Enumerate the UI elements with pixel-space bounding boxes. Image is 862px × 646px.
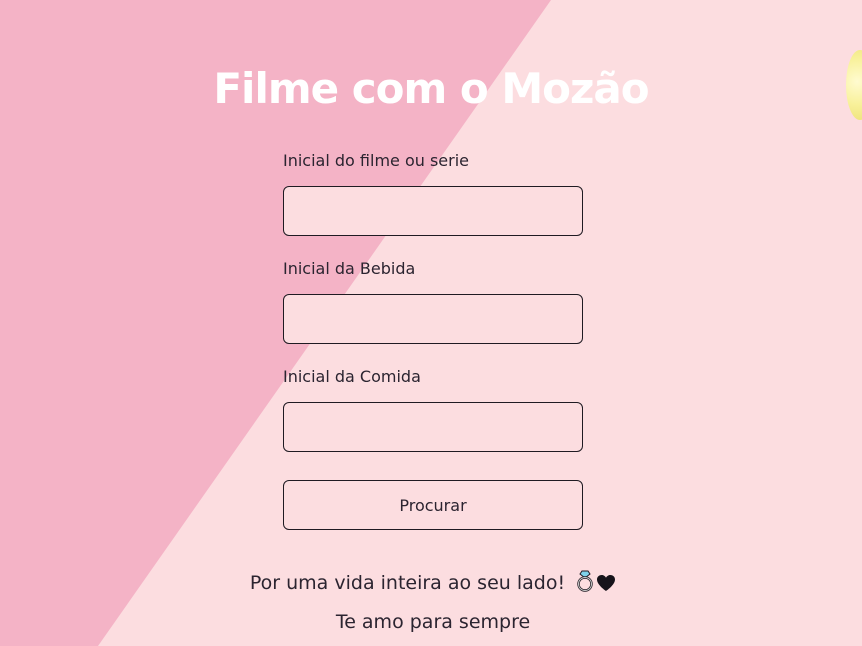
movie-initial-group: Inicial do filme ou serie [283,148,583,236]
drink-initial-label: Inicial da Bebida [283,259,416,278]
footer-message: Por uma vida inteira ao seu lado! [0,570,862,597]
drink-initial-group: Inicial da Bebida [283,256,583,344]
search-button[interactable]: Procurar [283,480,583,530]
movie-initial-label: Inicial do filme ou serie [283,151,470,170]
drink-initial-input[interactable] [283,294,583,344]
food-initial-input[interactable] [283,402,583,452]
movie-initial-input[interactable] [283,186,583,236]
food-initial-label: Inicial da Comida [283,367,421,386]
food-initial-group: Inicial da Comida [283,364,583,452]
page-title: Filme com o Mozão [213,64,649,113]
footer-message-text: Por uma vida inteira ao seu lado! [249,572,566,594]
footer-love-note: Te amo para sempre [335,611,531,633]
ring-icon [575,570,595,597]
search-form: Inicial do filme ou serie Inicial da Beb… [283,148,583,530]
black-heart-icon [596,574,616,597]
